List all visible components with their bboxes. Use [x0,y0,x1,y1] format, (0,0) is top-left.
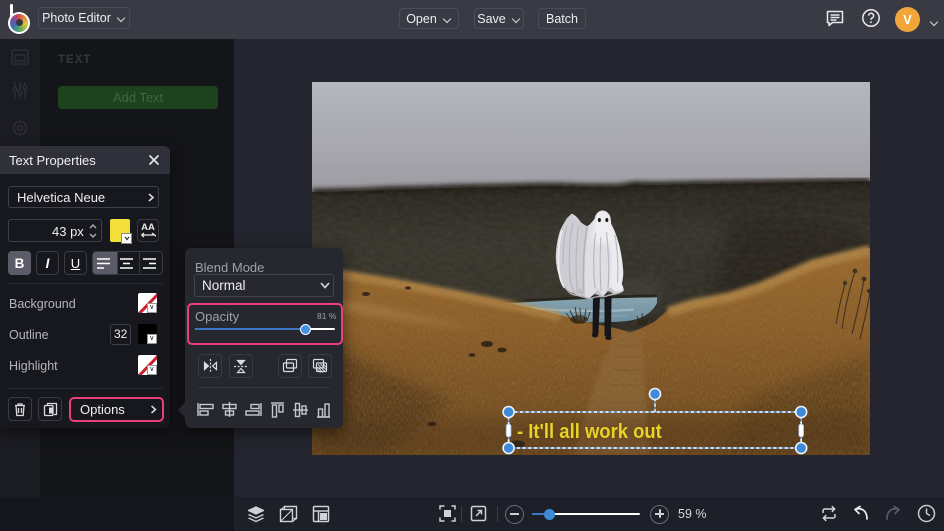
svg-text:AA: AA [141,222,155,233]
